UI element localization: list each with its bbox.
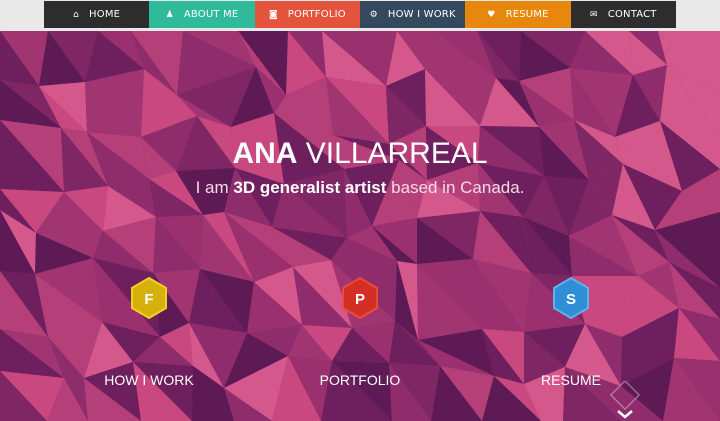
- gears-icon: ⚙: [369, 9, 378, 20]
- first-name: ANA: [232, 137, 298, 170]
- hexagon-s-icon: S: [553, 276, 589, 320]
- chevron-down-icon: [609, 381, 641, 419]
- nav-label: RESUME: [505, 9, 549, 20]
- feature-portfolio[interactable]: P PORTFOLIO: [280, 276, 440, 389]
- nav-label: HOME: [89, 9, 121, 20]
- home-icon: ⌂: [73, 9, 80, 20]
- nav-contact[interactable]: ✉ CONTACT: [570, 1, 676, 28]
- svg-text:P: P: [355, 291, 365, 308]
- hero-title: ANA VILLARREAL: [0, 136, 720, 172]
- nav-about-me[interactable]: ♟ ABOUT ME: [149, 1, 255, 28]
- feature-label: PORTFOLIO: [319, 372, 401, 388]
- main-nav: ⌂ HOME ♟ ABOUT ME ◙ PORTFOLIO ⚙ HOW I WORK ♥…: [44, 1, 676, 28]
- hexagon-p-icon: P: [342, 276, 378, 320]
- hero-tagline: I am 3D generalist artist based in Canad…: [0, 177, 720, 198]
- tagline-bold: 3D generalist artist: [233, 178, 387, 197]
- nav-resume[interactable]: ♥ RESUME: [465, 1, 571, 28]
- svg-text:S: S: [566, 291, 576, 308]
- user-icon: ♟: [165, 9, 174, 20]
- envelope-icon: ✉: [590, 9, 598, 20]
- last-name: VILLARREAL: [297, 137, 488, 170]
- nav-label: HOW I WORK: [387, 9, 456, 20]
- nav-how-i-work[interactable]: ⚙ HOW I WORK: [359, 1, 466, 28]
- tagline-pre: I am: [195, 178, 234, 197]
- feature-how-i-work[interactable]: F HOW I WORK: [69, 276, 229, 389]
- top-bar: ⌂ HOME ♟ ABOUT ME ◙ PORTFOLIO ⚙ HOW I WORK ♥…: [0, 0, 720, 31]
- tagline-post: based in Canada.: [386, 178, 525, 197]
- svg-text:F: F: [144, 291, 153, 308]
- nav-label: CONTACT: [607, 9, 657, 20]
- hero-section: ANA VILLARREAL I am 3D generalist artist…: [0, 31, 720, 421]
- nav-label: ABOUT ME: [183, 9, 239, 20]
- hexagon-f-icon: F: [131, 276, 167, 320]
- feature-resume[interactable]: S RESUME: [491, 276, 651, 389]
- nav-label: PORTFOLIO: [287, 9, 346, 20]
- nav-home[interactable]: ⌂ HOME: [44, 1, 150, 28]
- heart-icon: ♥: [487, 9, 496, 20]
- scroll-down-button[interactable]: [606, 381, 644, 421]
- camera-icon: ◙: [268, 9, 278, 20]
- feature-label: HOW I WORK: [104, 372, 194, 388]
- nav-portfolio[interactable]: ◙ PORTFOLIO: [254, 1, 360, 28]
